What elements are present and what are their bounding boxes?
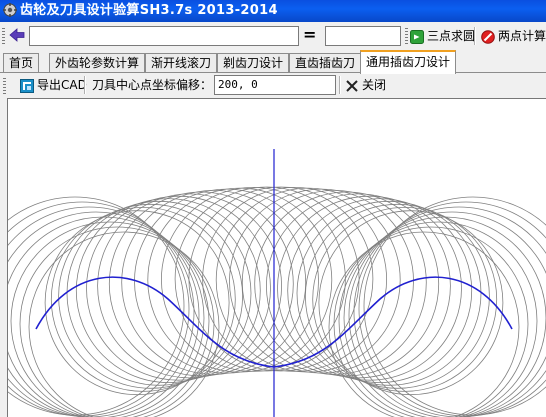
toolbar-grip[interactable] <box>3 78 6 94</box>
cutter-arc <box>296 200 482 386</box>
window-title: 齿轮及刀具设计验算SH3.7s 2013-2014 <box>20 3 278 18</box>
cutter-arc <box>241 189 427 375</box>
cutter-arc <box>97 193 283 379</box>
tooth-profile-group <box>35 149 513 417</box>
arrow-left-icon[interactable] <box>8 26 26 44</box>
x-icon <box>346 79 358 92</box>
export-cad-button[interactable]: 导出CAD <box>20 75 87 95</box>
main-toolbar: = 三点求圆 两点计算 <box>0 22 546 51</box>
cutter-envelope-drawing <box>8 149 546 417</box>
main-input[interactable] <box>29 26 299 46</box>
toolbar-grip <box>405 28 408 44</box>
cutter-arc <box>121 189 307 375</box>
green-plus-icon <box>410 29 424 44</box>
export-cad-label: 导出CAD <box>37 78 87 92</box>
result-input[interactable] <box>325 26 401 46</box>
two-point-label: 两点计算 <box>498 29 546 43</box>
drawing-canvas[interactable] <box>7 98 546 417</box>
title-bar: 齿轮及刀具设计验算SH3.7s 2013-2014 <box>0 0 546 22</box>
toolbar-separator <box>339 76 341 94</box>
app-gear-icon <box>3 3 17 17</box>
tab-bar: 首页 外齿轮参数计算 渐开线滚刀 剃齿刀设计 直齿插齿刀 通用插齿刀设计 <box>0 50 546 74</box>
three-point-circle-button[interactable]: 三点求圆 <box>410 26 475 46</box>
export-cad-icon <box>20 78 34 93</box>
tab-general-shaper[interactable]: 通用插齿刀设计 <box>360 50 457 74</box>
three-point-label: 三点求圆 <box>427 29 476 43</box>
offset-input[interactable]: 200, 0 <box>214 75 336 95</box>
cutter-arc-group <box>8 186 546 417</box>
cutter-arc <box>265 193 451 379</box>
close-label: 关闭 <box>362 78 387 92</box>
cutter-arc <box>333 226 529 417</box>
tab-involute-hob[interactable]: 渐开线滚刀 <box>145 53 218 72</box>
equals-label: = <box>303 25 317 44</box>
toolbar-separator <box>84 76 86 94</box>
tab-home[interactable]: 首页 <box>3 53 40 72</box>
cutter-arc <box>8 201 190 417</box>
toolbar-separator <box>474 27 476 45</box>
tab-spur-shaper[interactable]: 直齿插齿刀 <box>289 53 362 72</box>
close-button[interactable]: 关闭 <box>345 75 386 95</box>
toolbar-grip[interactable] <box>2 28 5 44</box>
cutter-arc <box>86 195 271 381</box>
cutter-arc <box>277 195 462 381</box>
tab-external-gear[interactable]: 外齿轮参数计算 <box>49 53 146 72</box>
shaper-toolbar: 导出CAD 刀具中心点坐标偏移： 200, 0 关闭 <box>0 73 546 98</box>
cutter-arc <box>66 200 252 386</box>
red-no-icon <box>481 29 495 44</box>
tab-shaving-cutter[interactable]: 剃齿刀设计 <box>217 53 290 72</box>
offset-label: 刀具中心点坐标偏移： <box>92 78 213 92</box>
two-point-calc-button[interactable]: 两点计算 <box>481 26 546 46</box>
cutter-arc <box>19 226 215 417</box>
